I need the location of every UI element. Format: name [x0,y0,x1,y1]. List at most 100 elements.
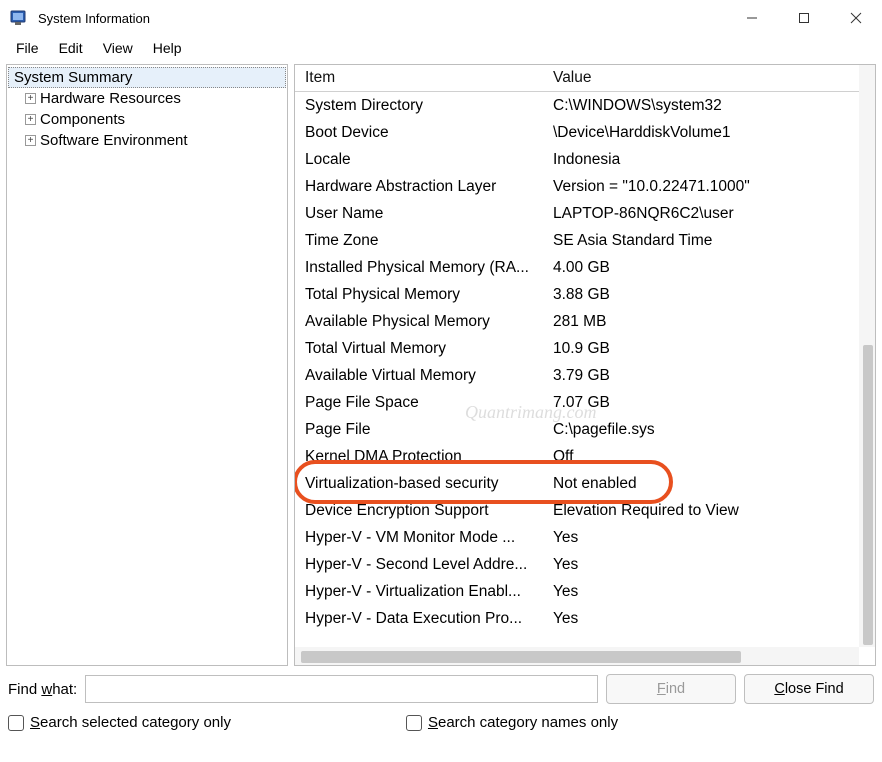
table-row[interactable]: Page FileC:\pagefile.sys [295,416,859,443]
table-row[interactable]: System DirectoryC:\WINDOWS\system32 [295,92,859,119]
cell-value: 3.79 GB [543,362,859,389]
expand-icon[interactable]: + [25,114,36,125]
cell-value: 7.07 GB [543,389,859,416]
app-icon [10,9,28,27]
cell-item: Hyper-V - Data Execution Pro... [295,605,543,632]
table-row[interactable]: Installed Physical Memory (RA...4.00 GB [295,254,859,281]
cell-item: Page File [295,416,543,443]
maximize-button[interactable] [778,0,830,36]
expand-icon[interactable]: + [25,93,36,104]
cell-value: Off [543,443,859,470]
cell-item: Hyper-V - VM Monitor Mode ... [295,524,543,551]
cell-item: Kernel DMA Protection [295,443,543,470]
cell-value: C:\pagefile.sys [543,416,859,443]
main-content: System Summary + Hardware Resources + Co… [0,64,882,666]
system-info-table: Item Value System DirectoryC:\WINDOWS\sy… [295,65,859,632]
column-header-value[interactable]: Value [543,65,859,91]
cell-item: Hyper-V - Virtualization Enabl... [295,578,543,605]
table-row[interactable]: Hyper-V - VM Monitor Mode ...Yes [295,524,859,551]
column-header-item[interactable]: Item [295,65,543,91]
table-row[interactable]: Hyper-V - Data Execution Pro...Yes [295,605,859,632]
cell-item: Boot Device [295,119,543,146]
cell-value: Indonesia [543,146,859,173]
checkbox-icon[interactable] [8,715,24,731]
table-row[interactable]: Hyper-V - Virtualization Enabl...Yes [295,578,859,605]
cell-value: C:\WINDOWS\system32 [543,92,859,119]
vertical-scroll-thumb[interactable] [863,345,873,645]
table-row[interactable]: Kernel DMA ProtectionOff [295,443,859,470]
cell-value: Yes [543,524,859,551]
table-row[interactable]: Available Virtual Memory3.79 GB [295,362,859,389]
table-header: Item Value [295,65,859,92]
cell-item: Time Zone [295,227,543,254]
table-row[interactable]: Available Physical Memory281 MB [295,308,859,335]
cell-value: \Device\HarddiskVolume1 [543,119,859,146]
cell-item: Page File Space [295,389,543,416]
table-row[interactable]: Total Virtual Memory10.9 GB [295,335,859,362]
cell-item: Total Physical Memory [295,281,543,308]
cell-item: Available Virtual Memory [295,362,543,389]
checkbox-label: Search selected category only [30,714,231,731]
cell-value: 3.88 GB [543,281,859,308]
cell-item: Total Virtual Memory [295,335,543,362]
table-row[interactable]: Device Encryption SupportElevation Requi… [295,497,859,524]
cell-value: SE Asia Standard Time [543,227,859,254]
checkbox-icon[interactable] [406,715,422,731]
cell-value: Version = "10.0.22471.1000" [543,173,859,200]
find-label: Find what: [8,681,77,698]
cell-item: Device Encryption Support [295,497,543,524]
cell-item: Installed Physical Memory (RA... [295,254,543,281]
horizontal-scrollbar[interactable] [295,647,859,665]
search-selected-category-checkbox[interactable]: Search selected category only [8,714,231,731]
tree-pane[interactable]: System Summary + Hardware Resources + Co… [6,64,288,666]
tree-root-system-summary[interactable]: System Summary [8,67,286,88]
table-row[interactable]: Hardware Abstraction LayerVersion = "10.… [295,173,859,200]
menubar: File Edit View Help [0,36,882,64]
close-button[interactable] [830,0,882,36]
table-row[interactable]: Hyper-V - Second Level Addre...Yes [295,551,859,578]
tree-item-hardware-resources[interactable]: + Hardware Resources [7,88,287,109]
minimize-button[interactable] [726,0,778,36]
table-body: System DirectoryC:\WINDOWS\system32Boot … [295,92,859,632]
find-input[interactable] [85,675,598,703]
cell-item: User Name [295,200,543,227]
table-row[interactable]: User NameLAPTOP-86NQR6C2\user [295,200,859,227]
menu-help[interactable]: Help [143,38,192,58]
cell-value: Elevation Required to View [543,497,859,524]
menu-file[interactable]: File [6,38,49,58]
find-panel: Find what: Find Close Find Search select… [0,666,882,735]
cell-value: Yes [543,578,859,605]
table-row[interactable]: Total Physical Memory3.88 GB [295,281,859,308]
cell-item: Locale [295,146,543,173]
menu-view[interactable]: View [93,38,143,58]
cell-value: 281 MB [543,308,859,335]
horizontal-scroll-thumb[interactable] [301,651,741,663]
table-row[interactable]: Boot Device\Device\HarddiskVolume1 [295,119,859,146]
tree-item-software-environment[interactable]: + Software Environment [7,130,287,151]
cell-value: 10.9 GB [543,335,859,362]
find-button[interactable]: Find [606,674,736,704]
checkbox-label: Search category names only [428,714,618,731]
table-row[interactable]: LocaleIndonesia [295,146,859,173]
detail-pane: Item Value System DirectoryC:\WINDOWS\sy… [294,64,876,666]
tree-item-components[interactable]: + Components [7,109,287,130]
cell-value: Not enabled [543,470,859,497]
expand-icon[interactable]: + [25,135,36,146]
cell-value: Yes [543,551,859,578]
titlebar: System Information [0,0,882,36]
cell-item: Available Physical Memory [295,308,543,335]
table-row[interactable]: Virtualization-based securityNot enabled [295,470,859,497]
cell-value: Yes [543,605,859,632]
cell-item: Hyper-V - Second Level Addre... [295,551,543,578]
search-category-names-checkbox[interactable]: Search category names only [406,714,618,731]
menu-edit[interactable]: Edit [49,38,93,58]
table-row[interactable]: Time ZoneSE Asia Standard Time [295,227,859,254]
cell-item: Virtualization-based security [295,470,543,497]
cell-item: System Directory [295,92,543,119]
table-row[interactable]: Page File Space7.07 GB [295,389,859,416]
window-title: System Information [38,11,150,26]
cell-item: Hardware Abstraction Layer [295,173,543,200]
vertical-scrollbar[interactable] [859,65,875,647]
close-find-button[interactable]: Close Find [744,674,874,704]
cell-value: 4.00 GB [543,254,859,281]
